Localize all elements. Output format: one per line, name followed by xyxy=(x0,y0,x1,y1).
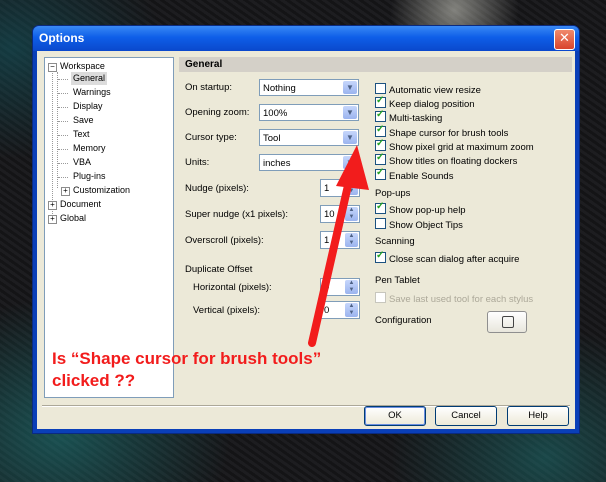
annotation-text: Is “Shape cursor for brush tools” clicke… xyxy=(52,348,321,392)
annotation-line-2: clicked ?? xyxy=(52,371,136,390)
annotation-arrow xyxy=(308,145,369,347)
annotation-line-1: Is “Shape cursor for brush tools” xyxy=(52,349,322,368)
